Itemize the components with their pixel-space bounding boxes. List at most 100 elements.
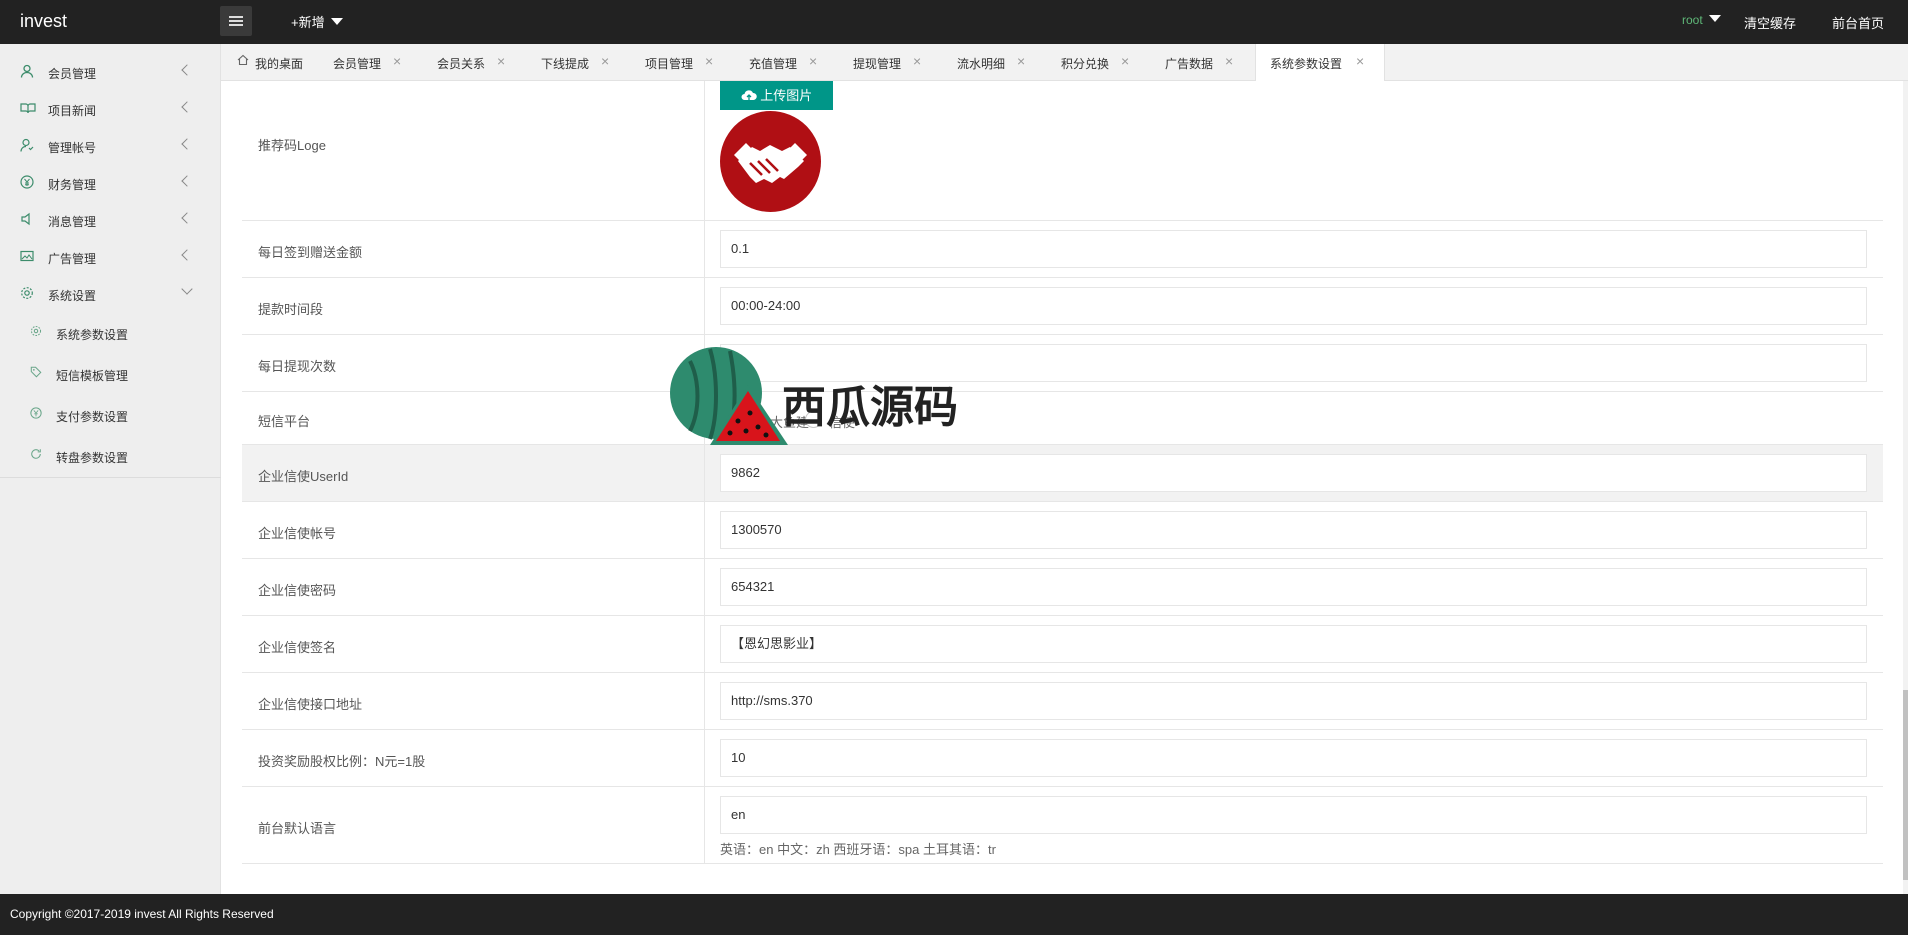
tab-ad-data[interactable]: 广告数据 × <box>1165 44 1255 81</box>
sidebar-item-label: 系统设置 <box>48 289 97 303</box>
book-icon <box>20 101 36 115</box>
close-icon[interactable]: × <box>913 53 921 69</box>
account-icon <box>20 138 34 152</box>
sidebar-item-label: 广告管理 <box>48 252 97 266</box>
field-label: 投资奖励股权比例：N元=1股 <box>258 754 426 769</box>
sidebar-item-accounts[interactable]: 管理帐号 <box>0 127 221 164</box>
caret-down-icon <box>1708 15 1721 22</box>
close-icon[interactable]: × <box>1225 53 1233 69</box>
form-row-signature: 企业信使签名 【恩幻思影业】 <box>242 616 1883 673</box>
field-label: 企业信使签名 <box>258 640 337 655</box>
tab-label: 提现管理 <box>853 57 902 71</box>
chevron-left-icon <box>181 138 193 150</box>
tab-label: 系统参数设置 <box>1270 57 1343 71</box>
tab-downline-commission[interactable]: 下线提成 × <box>541 44 631 81</box>
userid-input[interactable]: 9862 <box>720 454 1867 492</box>
chevron-left-icon <box>181 101 193 113</box>
tab-label: 项目管理 <box>645 57 694 71</box>
form-row-equity-ratio: 投资奖励股权比例：N元=1股 10 <box>242 730 1883 787</box>
sidebar-subitem-label: 支付参数设置 <box>56 410 129 424</box>
scrollbar-thumb[interactable] <box>1903 690 1908 880</box>
close-icon[interactable]: × <box>1356 53 1364 69</box>
upload-image-button[interactable]: 上传图片 <box>720 81 833 110</box>
tag-icon <box>30 366 42 381</box>
sidebar-subitem-label: 系统参数设置 <box>56 328 129 342</box>
equity-ratio-input[interactable]: 10 <box>720 739 1867 777</box>
sidebar-item-ads[interactable]: 广告管理 <box>0 238 221 275</box>
close-icon[interactable]: × <box>393 53 401 69</box>
column-divider <box>704 673 705 729</box>
tab-recharge[interactable]: 充值管理 × <box>749 44 839 81</box>
sidebar-subitem-label: 短信模板管理 <box>56 369 129 383</box>
field-label: 企业信使UserId <box>258 469 349 484</box>
sidebar-item-label: 财务管理 <box>48 178 97 192</box>
tab-desktop[interactable]: 我的桌面 <box>221 44 304 81</box>
user-icon <box>20 64 34 78</box>
yen-icon <box>30 407 42 422</box>
watermelon-logo-icon <box>670 347 788 445</box>
api-url-input[interactable]: http://sms.370 <box>720 682 1867 720</box>
tab-withdrawals[interactable]: 提现管理 × <box>853 44 943 81</box>
field-label: 企业信使帐号 <box>258 526 337 541</box>
tab-projects[interactable]: 项目管理 × <box>645 44 735 81</box>
signin-amount-input[interactable]: 0.1 <box>720 230 1867 268</box>
sidebar-item-messages[interactable]: 消息管理 <box>0 201 221 238</box>
column-divider <box>704 730 705 786</box>
refresh-icon <box>30 448 42 463</box>
account-input[interactable]: 1300570 <box>720 511 1867 549</box>
new-add-button[interactable]: +新增 <box>291 12 343 31</box>
menu-toggle-button[interactable] <box>220 6 252 36</box>
close-icon[interactable]: × <box>1017 53 1025 69</box>
chevron-left-icon <box>181 64 193 76</box>
column-divider <box>704 221 705 277</box>
clear-cache-link[interactable]: 清空缓存 <box>1744 13 1796 32</box>
sidebar-item-system[interactable]: 系统设置 <box>0 275 221 312</box>
sidebar-item-finance[interactable]: 财务管理 <box>0 164 221 201</box>
form-row-account: 企业信使帐号 1300570 <box>242 502 1883 559</box>
chevron-left-icon <box>181 212 193 224</box>
user-menu[interactable]: root <box>1682 13 1721 27</box>
field-label: 企业信使接口地址 <box>258 697 363 712</box>
close-icon[interactable]: × <box>1121 53 1129 69</box>
sidebar-subitem-label: 转盘参数设置 <box>56 451 129 465</box>
sidebar-subitem-sms-templates[interactable]: 短信模板管理 <box>0 353 221 394</box>
sidebar-item-members[interactable]: 会员管理 <box>0 53 221 90</box>
form-row-password: 企业信使密码 654321 <box>242 559 1883 616</box>
language-hint: 英语：en 中文：zh 西班牙语：spa 土耳其语：tr <box>720 842 996 857</box>
close-icon[interactable]: × <box>601 53 609 69</box>
gear-icon <box>30 325 42 340</box>
tab-transactions[interactable]: 流水明细 × <box>957 44 1047 81</box>
tab-label: 我的桌面 <box>255 57 304 71</box>
front-home-link[interactable]: 前台首页 <box>1832 13 1884 32</box>
sidebar-item-news[interactable]: 项目新闻 <box>0 90 221 127</box>
close-icon[interactable]: × <box>497 53 505 69</box>
tab-system-params[interactable]: 系统参数设置 × <box>1255 44 1385 82</box>
withdraw-time-input[interactable]: 00:00-24:00 <box>720 287 1867 325</box>
form-row-withdraw-count: 每日提现次数 <box>242 335 1883 392</box>
column-divider <box>704 445 705 501</box>
tab-label: 流水明细 <box>957 57 1006 71</box>
sidebar-subitem-payment-params[interactable]: 支付参数设置 <box>0 394 221 435</box>
referral-logo-image <box>720 111 821 212</box>
close-icon[interactable]: × <box>705 53 713 69</box>
sidebar-item-label: 项目新闻 <box>48 104 97 118</box>
default-language-input[interactable]: en <box>720 796 1867 834</box>
signature-input[interactable]: 【恩幻思影业】 <box>720 625 1867 663</box>
tab-member-relations[interactable]: 会员关系 × <box>437 44 527 81</box>
watermark: 西瓜源码 <box>660 341 960 451</box>
form-row-withdraw-time: 提款时间段 00:00-24:00 <box>242 278 1883 335</box>
tab-members[interactable]: 会员管理 × <box>333 44 423 81</box>
tab-points-exchange[interactable]: 积分兑换 × <box>1061 44 1151 81</box>
footer: Copyright ©2017-2019 invest All Rights R… <box>0 894 1908 935</box>
password-input[interactable]: 654321 <box>720 568 1867 606</box>
sidebar-subitem-system-params[interactable]: 系统参数设置 <box>0 312 221 353</box>
field-label: 提款时间段 <box>258 302 324 317</box>
home-icon <box>237 54 249 69</box>
form-row-userid: 企业信使UserId 9862 <box>242 445 1883 502</box>
close-icon[interactable]: × <box>809 53 817 69</box>
new-add-label: +新增 <box>291 15 325 30</box>
tab-label: 充值管理 <box>749 57 798 71</box>
form-row-logo: 推荐码Loge 上传图片 <box>242 81 1883 221</box>
sidebar-item-label: 管理帐号 <box>48 141 97 155</box>
sidebar-subitem-wheel-params[interactable]: 转盘参数设置 <box>0 435 221 476</box>
